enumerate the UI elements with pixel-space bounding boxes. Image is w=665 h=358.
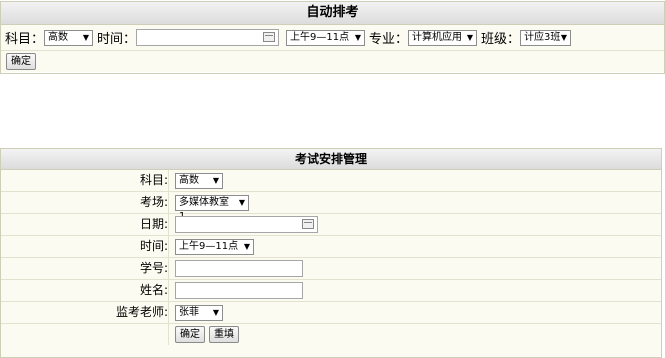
actions-label-cell (1, 324, 169, 345)
class-select[interactable]: 计应3班 ▼ (520, 29, 572, 46)
subject-field-label: 科目: (1, 170, 169, 191)
chevron-down-icon: ▼ (354, 32, 362, 42)
major-select-value: 计算机应用 (412, 31, 463, 43)
proctor-select[interactable]: 张菲 ▼ (175, 304, 223, 321)
room-field-label: 考场: (1, 192, 169, 213)
exam-room-select[interactable]: 多媒体教室1 ▼ (175, 194, 249, 222)
auto-schedule-filter-row: 科目： 高数 ▼ 时间： 上午9—11点 ▼ 专业： 计算机应用 ▼ 班级： 计… (1, 25, 664, 51)
exam-reset-button[interactable]: 重填 (209, 326, 239, 343)
class-select-value: 计应3班 (524, 31, 561, 43)
proctor-field-label: 监考老师: (1, 302, 169, 323)
name-field-label: 姓名: (1, 280, 169, 301)
exam-subject-select[interactable]: 高数 ▼ (175, 172, 223, 189)
student-id-input[interactable] (175, 260, 303, 277)
auto-schedule-action-row: 确定 (1, 51, 664, 72)
chevron-down-icon: ▼ (212, 307, 219, 317)
form-row-time: 时间: 上午9—11点 ▼ (1, 236, 661, 258)
student-id-field-label: 学号: (1, 258, 169, 279)
date-field-label: 日期: (1, 214, 169, 235)
period-select[interactable]: 上午9—11点 ▼ (286, 29, 366, 46)
exam-time-select[interactable]: 上午9—11点 ▼ (175, 238, 254, 255)
calendar-icon[interactable] (302, 219, 314, 229)
chevron-down-icon: ▼ (466, 32, 474, 42)
auto-schedule-title: 自动排考 (1, 2, 664, 25)
calendar-icon[interactable] (263, 32, 276, 42)
chevron-down-icon: ▼ (243, 241, 250, 251)
subject-select-value: 高数 (48, 31, 69, 43)
form-row-proctor: 监考老师: 张菲 ▼ (1, 302, 661, 324)
chevron-down-icon: ▼ (82, 32, 90, 42)
time-field-label: 时间: (1, 236, 169, 257)
major-label: 专业： (369, 32, 409, 47)
time-label: 时间： (97, 32, 137, 47)
chevron-down-icon: ▼ (212, 175, 219, 185)
subject-select[interactable]: 高数 ▼ (44, 29, 94, 46)
chevron-down-icon: ▼ (238, 197, 245, 207)
exam-date-input[interactable] (175, 216, 318, 233)
subject-label: 科目： (5, 32, 45, 47)
date-input[interactable] (136, 29, 280, 46)
form-row-subject: 科目: 高数 ▼ (1, 170, 661, 192)
exam-manage-panel: 考试安排管理 科目: 高数 ▼ 考场: 多媒体教室1 ▼ 日期: 时间: (0, 148, 662, 358)
auto-schedule-confirm-button[interactable]: 确定 (6, 53, 36, 70)
form-row-room: 考场: 多媒体教室1 ▼ (1, 192, 661, 222)
exam-manage-title: 考试安排管理 (1, 149, 661, 170)
major-select[interactable]: 计算机应用 ▼ (408, 29, 478, 46)
period-select-value: 上午9—11点 (290, 31, 350, 43)
chevron-down-icon: ▼ (560, 32, 568, 42)
auto-schedule-panel: 自动排考 科目： 高数 ▼ 时间： 上午9—11点 ▼ 专业： 计算机应用 ▼ … (0, 1, 665, 74)
proctor-value: 张菲 (179, 306, 199, 318)
form-row-student-id: 学号: (1, 258, 661, 280)
form-row-actions: 确定 重填 (1, 324, 661, 345)
exam-confirm-button[interactable]: 确定 (175, 326, 205, 343)
name-input[interactable] (175, 282, 303, 299)
form-row-name: 姓名: (1, 280, 661, 302)
exam-time-value: 上午9—11点 (179, 240, 239, 252)
class-label: 班级： (481, 32, 521, 47)
form-row-date: 日期: (1, 214, 661, 236)
exam-subject-value: 高数 (179, 174, 199, 186)
